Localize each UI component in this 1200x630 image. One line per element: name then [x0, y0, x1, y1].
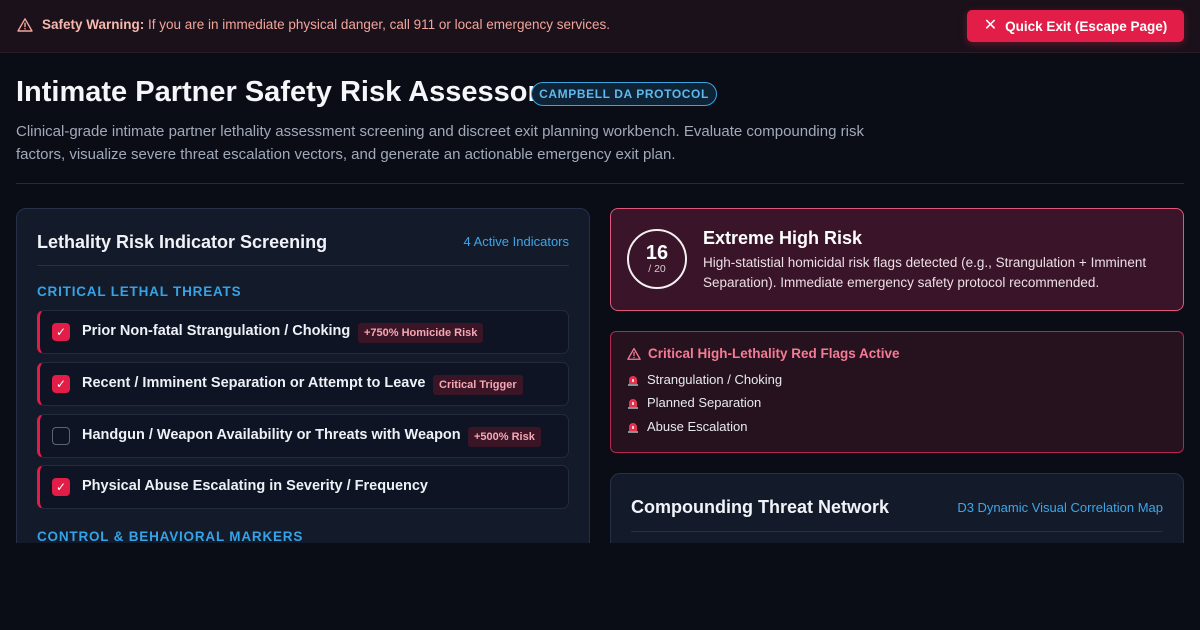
risk-score-ring: 16 / 20 — [627, 229, 687, 289]
risk-score-card: 16 / 20 Extreme High Risk High-statistia… — [610, 208, 1184, 311]
active-indicators-count: 4 Active Indicators — [463, 234, 570, 249]
lethality-screening-panel: Lethality Risk Indicator Screening 4 Act… — [16, 208, 590, 543]
red-flag-item: Planned Separation — [626, 395, 761, 410]
page-title: Intimate Partner Safety Risk Assessor — [16, 76, 539, 108]
safety-warning-message: If you are in immediate physical danger,… — [144, 17, 610, 32]
protocol-badge: CAMPBELL DA PROTOCOL — [531, 82, 717, 106]
section-critical-lethal-threats: CRITICAL LETHAL THREATS — [37, 284, 242, 299]
safety-warning-text: Safety Warning: If you are in immediate … — [42, 17, 610, 32]
checkbox-checked[interactable]: ✓ — [52, 375, 70, 393]
close-icon: ✕ — [983, 17, 998, 34]
panel-divider — [37, 265, 569, 266]
risk-item-separation[interactable]: ✓ Recent / Imminent Separation or Attemp… — [37, 362, 569, 406]
siren-icon — [628, 375, 638, 386]
section-control-behavioral-markers: CONTROL & BEHAVIORAL MARKERS — [37, 529, 304, 543]
risk-item-label: Prior Non-fatal Strangulation / Choking — [82, 323, 351, 339]
header-divider — [16, 183, 1184, 184]
risk-tag: +750% Homicide Risk — [358, 323, 484, 343]
checkbox-unchecked[interactable] — [52, 427, 70, 445]
risk-item-strangulation[interactable]: ✓ Prior Non-fatal Strangulation / Chokin… — [37, 310, 569, 354]
network-divider — [631, 531, 1163, 532]
checkbox-checked[interactable]: ✓ — [52, 323, 70, 341]
risk-score-value: 16 — [645, 241, 669, 264]
risk-item-escalation[interactable]: ✓ Physical Abuse Escalating in Severity … — [37, 465, 569, 509]
risk-item-label: Recent / Imminent Separation or Attempt … — [82, 375, 426, 391]
red-flag-label: Abuse Escalation — [647, 419, 748, 434]
quick-exit-button[interactable]: ✕ Quick Exit (Escape Page) — [967, 10, 1184, 42]
risk-item-label: Physical Abuse Escalating in Severity / … — [82, 478, 428, 494]
red-flags-heading: Critical High-Lethality Red Flags Active — [627, 346, 900, 361]
red-flags-card: Critical High-Lethality Red Flags Active… — [610, 331, 1184, 453]
risk-item-weapon[interactable]: Handgun / Weapon Availability or Threats… — [37, 414, 569, 458]
safety-warning-label: Safety Warning: — [42, 17, 145, 32]
threat-network-subtitle: D3 Dynamic Visual Correlation Map — [957, 500, 1163, 515]
screening-title: Lethality Risk Indicator Screening — [37, 232, 328, 252]
risk-score-max: / 20 — [648, 262, 666, 275]
risk-level-title: Extreme High Risk — [703, 228, 863, 248]
warning-triangle-icon — [17, 18, 33, 32]
siren-icon — [628, 398, 638, 409]
threat-network-title: Compounding Threat Network — [631, 497, 889, 517]
checkbox-checked[interactable]: ✓ — [52, 478, 70, 496]
risk-level-description: High-statistial homicidal risk flags det… — [703, 255, 1147, 290]
page-subtitle: Clinical-grade intimate partner lethalit… — [16, 123, 864, 163]
threat-network-card: Compounding Threat Network D3 Dynamic Vi… — [610, 473, 1184, 543]
red-flag-item: Strangulation / Choking — [626, 372, 782, 387]
page: Safety Warning: If you are in immediate … — [0, 0, 1200, 543]
risk-item-label: Handgun / Weapon Availability or Threats… — [82, 427, 461, 443]
risk-tag: Critical Trigger — [433, 375, 523, 395]
red-flags-title: Critical High-Lethality Red Flags Active — [648, 346, 900, 361]
siren-icon — [628, 422, 638, 433]
risk-tag: +500% Risk — [468, 427, 541, 447]
quick-exit-label: Quick Exit (Escape Page) — [1005, 18, 1168, 34]
red-flag-label: Strangulation / Choking — [647, 372, 783, 387]
warning-triangle-icon — [627, 347, 641, 360]
red-flag-label: Planned Separation — [647, 395, 762, 410]
safety-warning-bar: Safety Warning: If you are in immediate … — [0, 0, 1200, 53]
red-flag-item: Abuse Escalation — [626, 419, 747, 434]
